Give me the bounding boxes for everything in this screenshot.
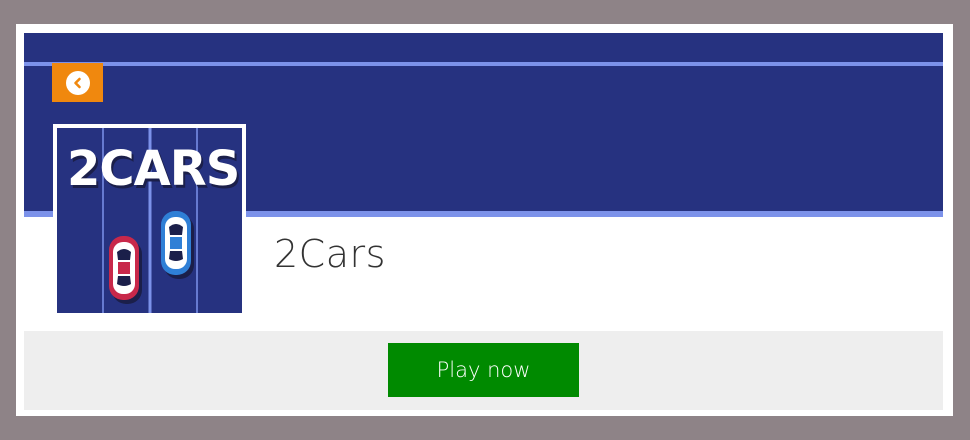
blue-car-icon bbox=[161, 211, 194, 279]
thumbnail-title-text-front: 2CARS bbox=[67, 141, 239, 197]
banner-divider bbox=[24, 62, 943, 66]
game-thumbnail-art: 2CARS 2CARS bbox=[57, 128, 242, 313]
play-bar: Play now bbox=[24, 331, 943, 410]
red-car-icon bbox=[109, 236, 142, 304]
play-now-button[interactable]: Play now bbox=[388, 343, 579, 397]
chevron-left-icon bbox=[65, 70, 90, 95]
game-card: 2CARS 2CARS 2Cars Play now bbox=[16, 24, 953, 416]
game-thumbnail-frame: 2CARS 2CARS bbox=[53, 124, 246, 320]
back-button[interactable] bbox=[52, 63, 103, 102]
game-thumbnail[interactable]: 2CARS 2CARS bbox=[57, 128, 242, 313]
game-title: 2Cars bbox=[274, 232, 386, 276]
